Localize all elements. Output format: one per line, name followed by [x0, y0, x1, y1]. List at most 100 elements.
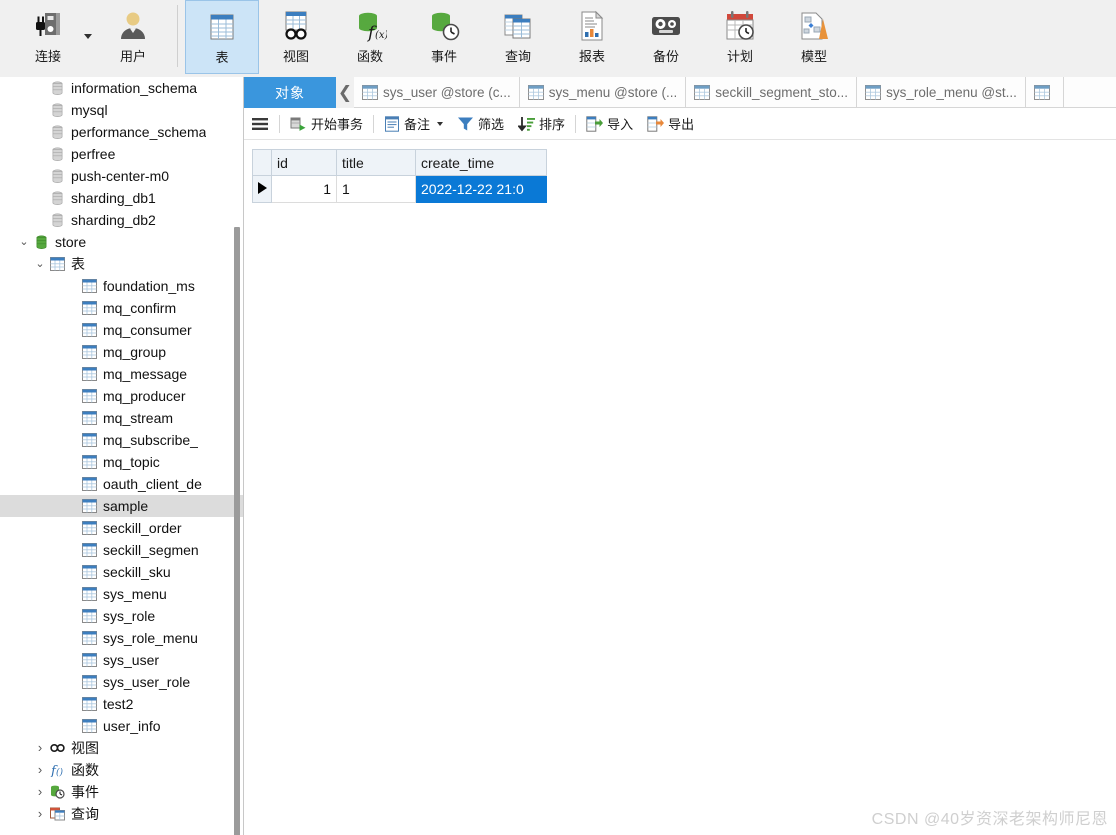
grid-toolbar-begin-transaction[interactable]: 开始事务 — [283, 112, 370, 136]
data-grid[interactable]: id title create_time 1 1 2022-12-22 21:0 — [252, 149, 547, 203]
tree-node-mq_stream[interactable]: mq_stream — [0, 407, 243, 429]
chevron-down-icon[interactable] — [437, 121, 444, 126]
toolbar-separator — [177, 5, 178, 67]
toolbar-button-function[interactable]: f (x) 函数 — [333, 0, 407, 74]
tree-node-information_schema[interactable]: information_schema — [0, 77, 243, 99]
toolbar-button-label: 模型 — [800, 49, 827, 64]
tree-node-[interactable]: › f () 函数 — [0, 759, 243, 781]
tree-node-push-center-m0[interactable]: push-center-m0 — [0, 165, 243, 187]
tree-node-perfree[interactable]: perfree — [0, 143, 243, 165]
sort-icon — [518, 116, 536, 132]
chevron-down-icon[interactable]: ⌄ — [32, 253, 48, 275]
tree-node-[interactable]: › 事件 — [0, 781, 243, 803]
tree-node-performance_schema[interactable]: performance_schema — [0, 121, 243, 143]
toolbar-button-event[interactable]: 事件 — [407, 0, 481, 74]
object-tree-sidebar[interactable]: information_schema mysql performance_sch… — [0, 77, 244, 835]
column-header-title[interactable]: title — [336, 149, 416, 176]
tree-node-[interactable]: › 查询 — [0, 803, 243, 825]
tree-node-[interactable]: ⌄ 表 — [0, 253, 243, 275]
tree-node-seckill_order[interactable]: seckill_order — [0, 517, 243, 539]
tree-node-sys_menu[interactable]: sys_menu — [0, 583, 243, 605]
tree-node-seckill_segmen[interactable]: seckill_segmen — [0, 539, 243, 561]
chevron-left-icon[interactable]: ❮ — [336, 77, 354, 108]
tree-node-label: sample — [103, 498, 149, 514]
tree-node-seckill_sku[interactable]: seckill_sku — [0, 561, 243, 583]
table-icon — [80, 389, 98, 403]
tree-node-label: mq_stream — [103, 410, 174, 426]
tree-node-sharding_db1[interactable]: sharding_db1 — [0, 187, 243, 209]
toolbar-button-label: 视图 — [282, 49, 309, 64]
toolbar-button-connection[interactable]: 连接 — [0, 0, 96, 74]
grid-toolbar-import[interactable]: 导入 — [579, 112, 640, 136]
editor-tab[interactable]: sys_user @store (c... — [354, 77, 520, 107]
cell-create_time[interactable]: 2022-12-22 21:0 — [415, 175, 547, 203]
toolbar-button-table[interactable]: 表 — [185, 0, 259, 74]
toolbar-button-query[interactable]: 查询 — [481, 0, 555, 74]
chevron-right-icon[interactable]: › — [32, 737, 48, 759]
filter-icon — [457, 116, 474, 132]
grid-toolbar-note[interactable]: 备注 — [377, 112, 450, 136]
tree-node-foundation_ms[interactable]: foundation_ms — [0, 275, 243, 297]
tree-node-mq_producer[interactable]: mq_producer — [0, 385, 243, 407]
cell-title[interactable]: 1 — [336, 175, 416, 203]
tree-node-label: mq_confirm — [103, 300, 177, 316]
table-row[interactable]: 1 1 2022-12-22 21:0 — [252, 175, 547, 203]
tree-node-mq_topic[interactable]: mq_topic — [0, 451, 243, 473]
chevron-right-icon[interactable]: › — [32, 759, 48, 781]
tree-node-oauth_client_de[interactable]: oauth_client_de — [0, 473, 243, 495]
editor-tab[interactable] — [1026, 77, 1064, 107]
cell-id[interactable]: 1 — [271, 175, 337, 203]
grid-toolbar-sort[interactable]: 排序 — [511, 112, 572, 136]
tree-node-sample[interactable]: sample — [0, 495, 243, 517]
grid-toolbar-filter[interactable]: 筛选 — [450, 112, 511, 136]
chevron-down-icon[interactable] — [84, 34, 92, 39]
toolbar-button-view[interactable]: 视图 — [259, 0, 333, 74]
table-icon — [48, 257, 66, 271]
database-gray-icon — [48, 169, 66, 184]
hamburger-icon[interactable] — [244, 112, 276, 136]
tree-node-mq_message[interactable]: mq_message — [0, 363, 243, 385]
table-icon — [865, 84, 882, 100]
table-icon — [80, 565, 98, 579]
tree-node-mq_confirm[interactable]: mq_confirm — [0, 297, 243, 319]
toolbar-button-report[interactable]: 报表 — [555, 0, 629, 74]
open-tables-tabs: sys_user @store (c... sys_menu @store (.… — [354, 77, 1116, 108]
row-pointer-icon[interactable] — [252, 175, 272, 203]
chevron-down-icon[interactable]: ⌄ — [16, 231, 32, 253]
tree-node-label: sharding_db1 — [71, 190, 156, 206]
sidebar-scrollbar-thumb[interactable] — [234, 227, 240, 835]
tree-node-mq_group[interactable]: mq_group — [0, 341, 243, 363]
tree-node-sys_role[interactable]: sys_role — [0, 605, 243, 627]
tree-node-store[interactable]: ⌄ store — [0, 231, 243, 253]
toolbar-button-user[interactable]: 用户 — [96, 0, 170, 74]
column-header-id[interactable]: id — [271, 149, 337, 176]
tree-node-mq_consumer[interactable]: mq_consumer — [0, 319, 243, 341]
tab-objects[interactable]: 对象 — [244, 77, 336, 108]
editor-tab[interactable]: seckill_segment_sto... — [686, 77, 858, 107]
toolbar-button-schedule[interactable]: 计划 — [703, 0, 777, 74]
tree-node-sharding_db2[interactable]: sharding_db2 — [0, 209, 243, 231]
toolbar-button-model[interactable]: 模型 — [777, 0, 851, 74]
tree-node-label: user_info — [103, 718, 161, 734]
tree-node-sys_role_menu[interactable]: sys_role_menu — [0, 627, 243, 649]
tree-node-test2[interactable]: test2 — [0, 693, 243, 715]
editor-tab[interactable]: sys_role_menu @st... — [857, 77, 1026, 107]
query-icon — [48, 807, 66, 821]
editor-tab[interactable]: sys_menu @store (... — [520, 77, 687, 107]
tree-node-user_info[interactable]: user_info — [0, 715, 243, 737]
chevron-right-icon[interactable]: › — [32, 803, 48, 825]
chevron-right-icon[interactable]: › — [32, 781, 48, 803]
column-header-create_time[interactable]: create_time — [415, 149, 547, 176]
query-icon — [501, 4, 535, 48]
tree-node-label: sys_user — [103, 652, 160, 668]
tree-node-sys_user_role[interactable]: sys_user_role — [0, 671, 243, 693]
grid-toolbar-separator — [279, 114, 280, 133]
grid-toolbar-export[interactable]: 导出 — [640, 112, 701, 136]
grid-toolbar-label: 排序 — [539, 117, 566, 132]
tree-node-[interactable]: › 视图 — [0, 737, 243, 759]
tree-node-sys_user[interactable]: sys_user — [0, 649, 243, 671]
tree-node-mq_subscribe_[interactable]: mq_subscribe_ — [0, 429, 243, 451]
database-tree: information_schema mysql performance_sch… — [0, 77, 243, 825]
toolbar-button-backup[interactable]: 备份 — [629, 0, 703, 74]
tree-node-mysql[interactable]: mysql — [0, 99, 243, 121]
